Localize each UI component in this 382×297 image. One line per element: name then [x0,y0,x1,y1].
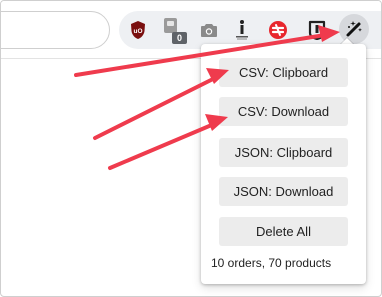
address-bar[interactable] [1,11,110,49]
camera-icon[interactable] [198,19,220,41]
csv-download-button[interactable]: CSV: Download [219,97,348,126]
json-clipboard-button[interactable]: JSON: Clipboard [219,138,348,167]
csv-clipboard-button[interactable]: CSV: Clipboard [219,58,348,87]
ublock-origin-icon[interactable]: uO [127,19,149,41]
extension-badge-count: 0 [177,33,182,43]
red-circle-icon[interactable] [267,19,289,41]
json-download-button[interactable]: JSON: Download [219,177,348,206]
svg-text:uO: uO [133,28,142,35]
puzzle-badge-icon[interactable]: 0 [161,15,189,45]
magic-wand-icon[interactable] [343,18,365,40]
delete-all-button[interactable]: Delete All [219,217,348,246]
orders-summary-text: 10 orders, 70 products [211,256,332,270]
info-icon[interactable] [231,19,253,41]
bookmark-icon[interactable] [306,19,328,41]
